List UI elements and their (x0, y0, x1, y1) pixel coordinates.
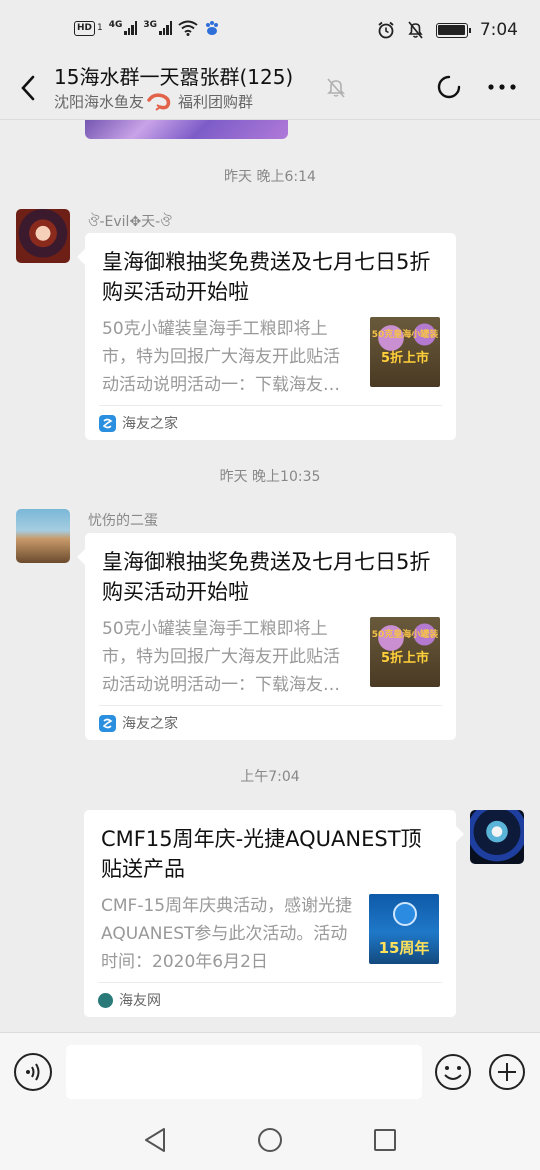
triangle-back-icon (145, 1128, 165, 1152)
thumbnail-text: 5折上市 (380, 351, 430, 366)
card-thumbnail: 15周年 (369, 894, 439, 964)
status-right: 7:04 (377, 20, 518, 40)
square-recents-icon (374, 1129, 396, 1151)
card-source: 海友之家 (99, 713, 178, 733)
more-options-button[interactable] (486, 72, 518, 102)
avatar[interactable] (16, 209, 70, 263)
thumbnail-text: 15周年 (378, 939, 430, 957)
haiyou-app-icon (99, 714, 116, 732)
network-4g-label: 4G (108, 20, 123, 30)
card-divider (98, 982, 442, 983)
chat-title: 15海水群一天嚣张群(125) (54, 65, 294, 89)
sender-name: ঔ-Evil✥天-ঔ (88, 214, 172, 230)
smiley-icon (435, 1054, 471, 1090)
avatar[interactable] (16, 509, 70, 563)
card-description: CMF-15周年庆典活动，感谢光捷AQUANEST参与此次活动。活动时间：202… (101, 896, 353, 972)
mute-bell-icon (408, 21, 423, 39)
card-thumbnail: 50克皇海小罐装 5折上市 (370, 617, 440, 687)
timestamp: 昨天 晚上6:14 (224, 169, 316, 185)
emoji-button[interactable] (434, 1053, 472, 1091)
card-divider (99, 405, 442, 406)
timestamp: 昨天 晚上10:35 (219, 469, 321, 485)
chat-messages[interactable]: 昨天 晚上6:14 ঔ-Evil✥天-ঔ 皇海御粮抽奖免费送及七月七日5折购买活… (0, 120, 540, 1032)
baidu-paw-icon (206, 21, 219, 35)
card-thumbnail: 50克皇海小罐装 5折上市 (370, 317, 440, 387)
source-name: 海友之家 (122, 716, 178, 732)
card-source: 海友之家 (99, 413, 178, 433)
system-nav-bar (0, 1112, 540, 1170)
link-card-message[interactable]: CMF15周年庆-光捷AQUANEST顶贴送产品 CMF-15周年庆典活动，感谢… (84, 810, 464, 1017)
haiyouwang-icon (98, 992, 113, 1008)
my-avatar[interactable] (470, 810, 524, 864)
subtitle-left: 沈阳海水鱼友 (54, 93, 145, 111)
back-button[interactable] (14, 70, 42, 106)
link-card-message[interactable]: 皇海御粮抽奖免费送及七月七日5折购买活动开始啦 50克小罐装皇海手工粮即将上市，… (77, 533, 456, 740)
status-bar: HD 1 4G 3G 7:04 (0, 0, 540, 56)
refresh-button[interactable] (434, 72, 464, 102)
voice-wave-icon (26, 1063, 40, 1081)
network-3g-label: 3G (143, 20, 158, 30)
thumbnail-text: 50克皇海小罐装 (371, 630, 439, 640)
sender-name: 忧伤的二蛋 (88, 513, 158, 529)
timestamp: 上午7:04 (240, 769, 300, 785)
card-description: 50克小罐装皇海手工粮即将上市，特为回报广大海友开此贴活动活动说明活动一：下载海… (102, 319, 340, 395)
back-arrow-icon (21, 75, 35, 101)
do-not-disturb-icon (327, 78, 345, 98)
chat-header: 15海水群一天嚣张群(125) 沈阳海水鱼友 福利团购群 (0, 56, 540, 120)
hd-sub: 1 (97, 23, 103, 33)
thumbnail-text: 50克皇海小罐装 (371, 330, 439, 340)
card-title: CMF15周年庆-光捷AQUANEST顶贴送产品 (101, 827, 422, 881)
more-dots-icon (488, 84, 516, 90)
image-message-partial[interactable] (85, 120, 288, 139)
wifi-icon (178, 20, 198, 36)
card-divider (99, 705, 442, 706)
card-description: 50克小罐装皇海手工粮即将上市，特为回报广大海友开此贴活动活动说明活动一：下载海… (102, 619, 340, 695)
more-functions-button[interactable] (488, 1053, 526, 1091)
battery-icon (435, 22, 471, 38)
thumbnail-disc (393, 902, 417, 926)
source-name: 海友之家 (122, 416, 178, 432)
clock-time: 7:04 (479, 20, 518, 40)
message-input[interactable] (66, 1045, 422, 1099)
input-bar (0, 1032, 540, 1112)
card-source: 海友网 (98, 990, 161, 1010)
signal-icon (124, 21, 138, 35)
circle-home-icon (258, 1128, 282, 1152)
shrimp-icon (147, 92, 171, 111)
thumbnail-text: 5折上市 (380, 651, 430, 666)
subtitle-right: 福利团购群 (178, 93, 254, 111)
signal-icon-2 (159, 21, 173, 35)
plus-circle-icon (489, 1054, 525, 1090)
hd-indicator: HD (74, 20, 96, 36)
haiyou-app-icon (99, 414, 116, 432)
voice-input-button[interactable] (14, 1053, 52, 1091)
card-title: 皇海御粮抽奖免费送及七月七日5折购买活动开始啦 (102, 550, 431, 604)
nav-recents-button[interactable] (372, 1127, 398, 1153)
status-left: HD 1 4G 3G (74, 20, 220, 36)
refresh-circle-icon (437, 75, 461, 99)
nav-back-button[interactable] (142, 1126, 168, 1154)
nav-home-button[interactable] (256, 1126, 284, 1154)
link-card-message[interactable]: 皇海御粮抽奖免费送及七月七日5折购买活动开始啦 50克小罐装皇海手工粮即将上市，… (77, 233, 456, 440)
chat-subtitle: 沈阳海水鱼友 福利团购群 (54, 91, 253, 112)
source-name: 海友网 (119, 993, 161, 1009)
alarm-icon (378, 21, 394, 39)
card-title: 皇海御粮抽奖免费送及七月七日5折购买活动开始啦 (102, 250, 431, 304)
